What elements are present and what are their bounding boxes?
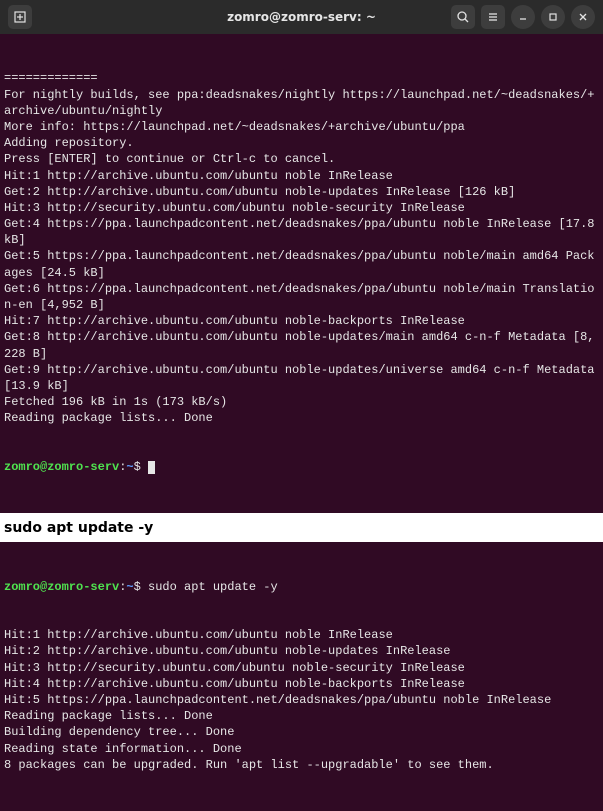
terminal-line: Reading state information... Done [4, 741, 599, 757]
terminal-line: Hit:7 http://archive.ubuntu.com/ubuntu n… [4, 313, 599, 329]
search-icon [456, 10, 470, 24]
terminal-line: Get:5 https://ppa.launchpadcontent.net/d… [4, 248, 599, 280]
terminal-line: Hit:3 http://security.ubuntu.com/ubuntu … [4, 660, 599, 676]
text-cursor [148, 461, 155, 474]
prompt-path: ~ [126, 460, 133, 474]
minimize-button[interactable] [511, 5, 535, 29]
window-titlebar: zomro@zomro-serv: ~ [0, 0, 603, 34]
maximize-icon [546, 10, 560, 24]
prompt-user-host-2: zomro@zomro-serv [4, 580, 119, 594]
maximize-button[interactable] [541, 5, 565, 29]
terminal-line: Fetched 196 kB in 1s (173 kB/s) [4, 394, 599, 410]
close-icon [576, 10, 590, 24]
new-tab-icon [13, 10, 27, 24]
terminal-line: Hit:2 http://archive.ubuntu.com/ubuntu n… [4, 643, 599, 659]
prompt-user-host: zomro@zomro-serv [4, 460, 119, 474]
terminal-line: Get:4 https://ppa.launchpadcontent.net/d… [4, 216, 599, 248]
terminal-line: Hit:1 http://archive.ubuntu.com/ubuntu n… [4, 627, 599, 643]
terminal-line: 8 packages can be upgraded. Run 'apt lis… [4, 757, 599, 773]
terminal-line: Get:2 http://archive.ubuntu.com/ubuntu n… [4, 184, 599, 200]
new-tab-button[interactable] [8, 5, 32, 29]
hamburger-menu-button[interactable] [481, 5, 505, 29]
terminal-line: Press [ENTER] to continue or Ctrl-c to c… [4, 151, 599, 167]
menu-icon [486, 10, 500, 24]
terminal-window: zomro@zomro-serv: ~ =============For nig… [0, 0, 603, 811]
terminal-line: Hit:3 http://security.ubuntu.com/ubuntu … [4, 200, 599, 216]
terminal-line: More info: https://launchpad.net/~deadsn… [4, 119, 599, 135]
prompt-symbol: $ [134, 460, 141, 474]
prompt-path-2: ~ [126, 580, 133, 594]
terminal-line: For nightly builds, see ppa:deadsnakes/n… [4, 87, 599, 119]
terminal-line: Adding repository. [4, 135, 599, 151]
close-button[interactable] [571, 5, 595, 29]
terminal-line: Building dependency tree... Done [4, 724, 599, 740]
terminal-line: Reading package lists... Done [4, 410, 599, 426]
terminal-line: ============= [4, 70, 599, 86]
search-button[interactable] [451, 5, 475, 29]
terminal-line: Reading package lists... Done [4, 708, 599, 724]
typed-command: sudo apt update -y [148, 580, 278, 594]
prompt-line-2: zomro@zomro-serv:~$ sudo apt update -y [4, 579, 599, 595]
terminal-line: Get:9 http://archive.ubuntu.com/ubuntu n… [4, 362, 599, 394]
terminal-output-bottom[interactable]: zomro@zomro-serv:~$ sudo apt update -y H… [0, 542, 603, 811]
prompt-line: zomro@zomro-serv:~$ [4, 459, 599, 475]
terminal-output-top[interactable]: =============For nightly builds, see ppa… [0, 34, 603, 513]
terminal-line: Get:6 https://ppa.launchpadcontent.net/d… [4, 281, 599, 313]
terminal-line: Get:8 http://archive.ubuntu.com/ubuntu n… [4, 329, 599, 361]
terminal-line: Hit:4 http://archive.ubuntu.com/ubuntu n… [4, 676, 599, 692]
terminal-line: Hit:1 http://archive.ubuntu.com/ubuntu n… [4, 168, 599, 184]
section-heading: sudo apt update -y [0, 513, 603, 542]
minimize-icon [516, 10, 530, 24]
terminal-line: Hit:5 https://ppa.launchpadcontent.net/d… [4, 692, 599, 708]
